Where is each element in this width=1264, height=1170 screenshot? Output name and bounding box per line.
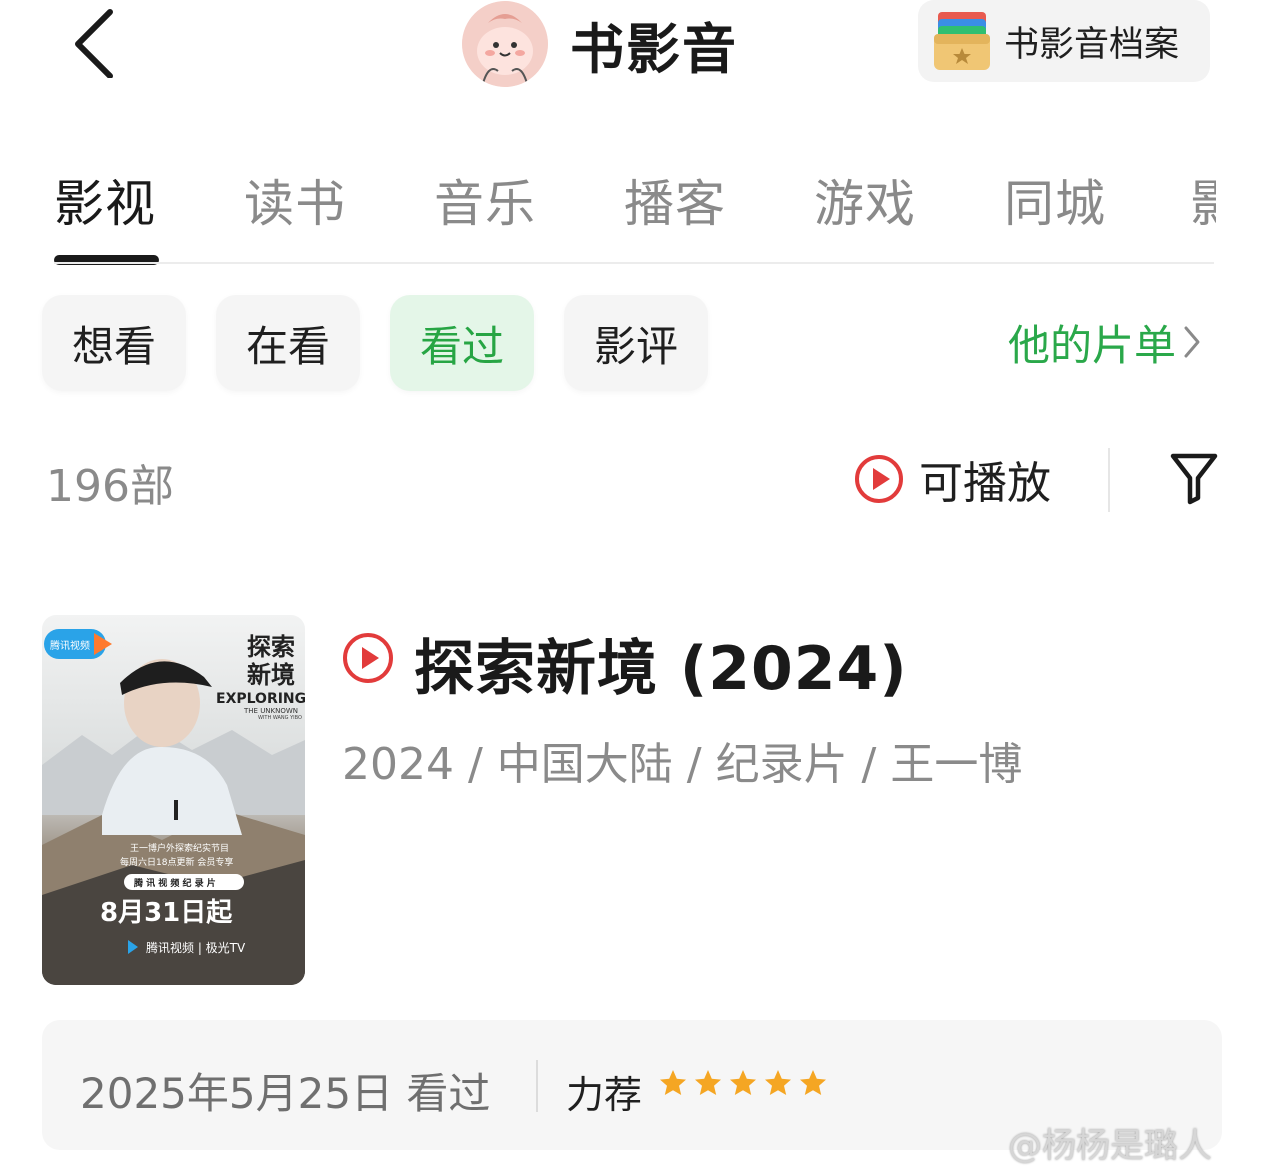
rating-stars — [658, 1068, 833, 1098]
avatar[interactable] — [462, 1, 548, 87]
review-divider — [536, 1060, 538, 1112]
poster-desc-2: 每周六日18点更新 会员专享 — [120, 856, 233, 868]
poster-title-en: EXPLORING — [216, 691, 305, 707]
watermark: @杨杨是璐人 — [1008, 1118, 1212, 1167]
rating-label: 力荐 — [566, 1073, 643, 1117]
playable-toggle[interactable]: 可播放 — [853, 448, 1051, 510]
toolbar-divider — [1108, 448, 1110, 512]
poster-title-en-with: WITH WANG YIBO — [258, 715, 302, 721]
header-center: 书影音 — [462, 1, 738, 87]
tab-podcasts[interactable]: 播客 — [624, 164, 726, 236]
chevron-right-icon — [1184, 326, 1200, 358]
watched-date: 2025年5月25日 看过 — [80, 1069, 491, 1118]
tab-games[interactable]: 游戏 — [814, 164, 916, 236]
poster-title-en-sub: THE UNKNOWN — [243, 707, 298, 715]
movie-title[interactable]: 探索新境 (2024) — [414, 620, 908, 707]
filter-want-to-watch[interactable]: 想看 — [42, 295, 186, 391]
poster-platform-badge: 腾讯视频 — [50, 639, 90, 652]
filter-funnel-icon[interactable] — [1168, 450, 1220, 506]
poster-title-cn-2: 新境 — [247, 661, 295, 689]
item-count: 196部 — [46, 461, 174, 512]
watchlist-link[interactable]: 他的片单 — [1008, 312, 1202, 372]
star-icon — [730, 1070, 756, 1095]
tab-overflow[interactable]: 影 — [1190, 164, 1216, 226]
play-circle-icon — [855, 455, 903, 503]
star-icon — [800, 1070, 826, 1095]
archive-label: 书影音档案 — [1004, 24, 1180, 65]
movie-play-icon[interactable] — [340, 630, 396, 686]
tabs-divider — [54, 262, 1214, 264]
tab-local[interactable]: 同城 — [1004, 164, 1106, 236]
back-icon[interactable] — [66, 8, 126, 79]
poster-title-cn-1: 探索 — [247, 633, 295, 661]
category-tabs: 影视 读书 音乐 播客 游戏 同城 — [0, 150, 1264, 265]
tab-movies[interactable]: 影视 — [54, 164, 156, 236]
movie-poster[interactable]: 腾讯视频 探索 新境 EXPLORING THE UNKNOWN WITH WA… — [42, 615, 305, 985]
tab-music[interactable]: 音乐 — [434, 164, 536, 236]
poster-platforms: 腾讯视频 | 极光TV — [146, 940, 246, 955]
filter-watched[interactable]: 看过 — [390, 295, 534, 391]
watermark-text: @杨杨是璐人 — [1008, 1126, 1212, 1166]
poster-tag: 腾 讯 视 频 纪 录 片 — [133, 877, 216, 889]
movie-meta: 2024 / 中国大陆 / 纪录片 / 王一博 — [342, 739, 1023, 790]
poster-date: 8月31日起 — [100, 898, 233, 928]
filter-watching[interactable]: 在看 — [216, 295, 360, 391]
poster-desc-1: 王一博户外探索纪实节目 — [130, 842, 229, 854]
archive-button[interactable]: 书影音档案 — [918, 0, 1210, 82]
star-icon — [695, 1070, 721, 1095]
tab-books[interactable]: 读书 — [244, 164, 346, 236]
star-icon — [765, 1070, 791, 1095]
watchlist-link-label: 他的片单 — [1008, 320, 1177, 370]
archive-box-icon — [934, 12, 990, 70]
playable-label: 可播放 — [919, 458, 1051, 509]
star-icon — [660, 1070, 686, 1095]
page-title: 书影音 — [570, 17, 738, 81]
filter-reviews[interactable]: 影评 — [564, 295, 708, 391]
